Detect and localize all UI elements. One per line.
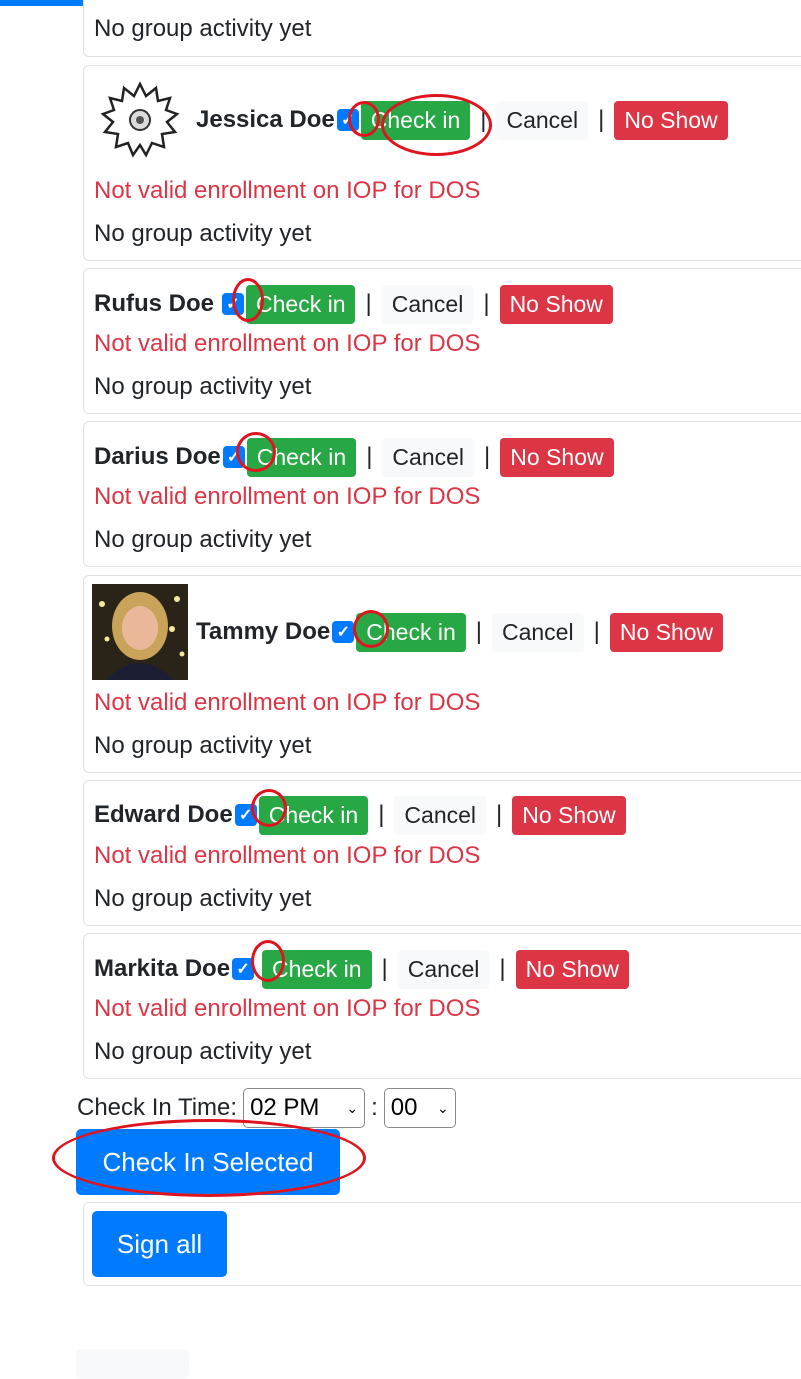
separator: | <box>381 955 388 982</box>
check-in-button[interactable]: Check in <box>262 949 372 989</box>
patient-card: Rufus Doe ✓ Check in | Cancel | No Show … <box>83 268 801 414</box>
cancel-button[interactable]: Cancel <box>382 437 475 477</box>
activity-text: No group activity yet <box>94 885 312 912</box>
check-in-selected-button[interactable]: Check In Selected <box>76 1129 340 1195</box>
activity-text: No group activity yet <box>94 1038 312 1065</box>
separator: | <box>365 290 372 317</box>
separator: | <box>483 290 490 317</box>
no-show-button[interactable]: No Show <box>609 612 724 652</box>
check-in-button[interactable]: Check in <box>356 612 466 652</box>
patient-name: Edward Doe <box>94 801 233 828</box>
separator: | <box>499 955 506 982</box>
select-checkbox[interactable]: ✓ <box>222 446 245 468</box>
check-in-button[interactable]: Check in <box>246 284 356 324</box>
sign-all-button[interactable]: Sign all <box>92 1211 227 1277</box>
enrollment-status: Not valid enrollment on IOP for DOS <box>94 995 481 1022</box>
sign-all-card: Sign all <box>83 1202 801 1286</box>
hour-select[interactable]: 02 PM ⌄ <box>243 1088 366 1128</box>
patient-name: Markita Doe <box>94 955 231 982</box>
activity-text: No group activity yet <box>94 15 312 42</box>
patient-name: Rufus Doe <box>94 290 214 317</box>
patient-name: Tammy Doe <box>196 618 331 645</box>
separator: | <box>496 801 503 828</box>
select-checkbox[interactable]: ✓ <box>222 293 244 315</box>
cancel-button[interactable]: Cancel <box>381 284 474 324</box>
chevron-down-icon: ⌄ <box>346 1099 359 1116</box>
light-button-partial[interactable] <box>76 1349 189 1379</box>
select-checkbox[interactable]: ✓ <box>336 109 359 131</box>
patient-card: Darius Doe ✓ Check in | Cancel | No Show… <box>83 421 801 567</box>
no-show-button[interactable]: No Show <box>499 284 613 324</box>
no-show-button[interactable]: No Show <box>512 795 626 835</box>
select-checkbox[interactable]: ✓ <box>232 958 255 980</box>
separator: | <box>593 618 600 645</box>
no-show-button[interactable]: No Show <box>614 100 728 140</box>
patient-card-previous: No group activity yet <box>83 0 801 57</box>
flower-avatar <box>100 81 180 158</box>
cancel-button[interactable]: Cancel <box>394 795 487 835</box>
separator: | <box>366 443 373 470</box>
patient-card: Tammy Doe ✓ Check in | Cancel | No Show … <box>83 575 801 773</box>
cancel-button[interactable]: Cancel <box>397 949 490 989</box>
separator: | <box>378 801 385 828</box>
separator: | <box>598 106 605 133</box>
check-in-time-row: Check In Time: 02 PM ⌄ : 00 ⌄ <box>77 1087 456 1129</box>
check-in-button[interactable]: Check in <box>360 100 471 140</box>
patient-card: Edward Doe ✓ Check in | Cancel | No Show… <box>83 780 801 926</box>
separator: | <box>480 106 487 133</box>
no-show-button[interactable]: No Show <box>500 437 614 477</box>
check-in-button[interactable]: Check in <box>246 437 357 477</box>
patient-name: Jessica Doe <box>196 106 335 133</box>
patient-name: Darius Doe <box>94 443 221 470</box>
activity-text: No group activity yet <box>94 526 312 553</box>
select-checkbox[interactable]: ✓ <box>234 804 257 826</box>
no-show-button[interactable]: No Show <box>515 949 629 989</box>
separator: | <box>484 443 491 470</box>
cancel-button[interactable]: Cancel <box>496 100 589 140</box>
hour-value: 02 PM <box>250 1094 320 1121</box>
minute-value: 00 <box>390 1094 418 1121</box>
enrollment-status: Not valid enrollment on IOP for DOS <box>94 689 481 716</box>
enrollment-status: Not valid enrollment on IOP for DOS <box>94 483 481 510</box>
enrollment-status: Not valid enrollment on IOP for DOS <box>94 177 481 204</box>
select-checkbox[interactable]: ✓ <box>332 621 355 643</box>
activity-text: No group activity yet <box>94 732 312 759</box>
enrollment-status: Not valid enrollment on IOP for DOS <box>94 842 481 869</box>
time-colon: : <box>371 1094 378 1121</box>
cancel-button[interactable]: Cancel <box>491 612 584 652</box>
minute-select[interactable]: 00 ⌄ <box>383 1088 456 1128</box>
check-in-button[interactable]: Check in <box>258 795 369 835</box>
patient-card: Jessica Doe ✓ Check in | Cancel | No Sho… <box>83 65 801 261</box>
separator: | <box>475 618 482 645</box>
chevron-down-icon: ⌄ <box>437 1099 449 1116</box>
activity-text: No group activity yet <box>94 373 312 400</box>
check-in-time-label: Check In Time: <box>77 1094 238 1121</box>
enrollment-status: Not valid enrollment on IOP for DOS <box>94 330 481 357</box>
activity-text: No group activity yet <box>94 220 312 247</box>
photo-avatar <box>92 584 188 680</box>
patient-card: Markita Doe ✓ Check in | Cancel | No Sho… <box>83 933 801 1079</box>
